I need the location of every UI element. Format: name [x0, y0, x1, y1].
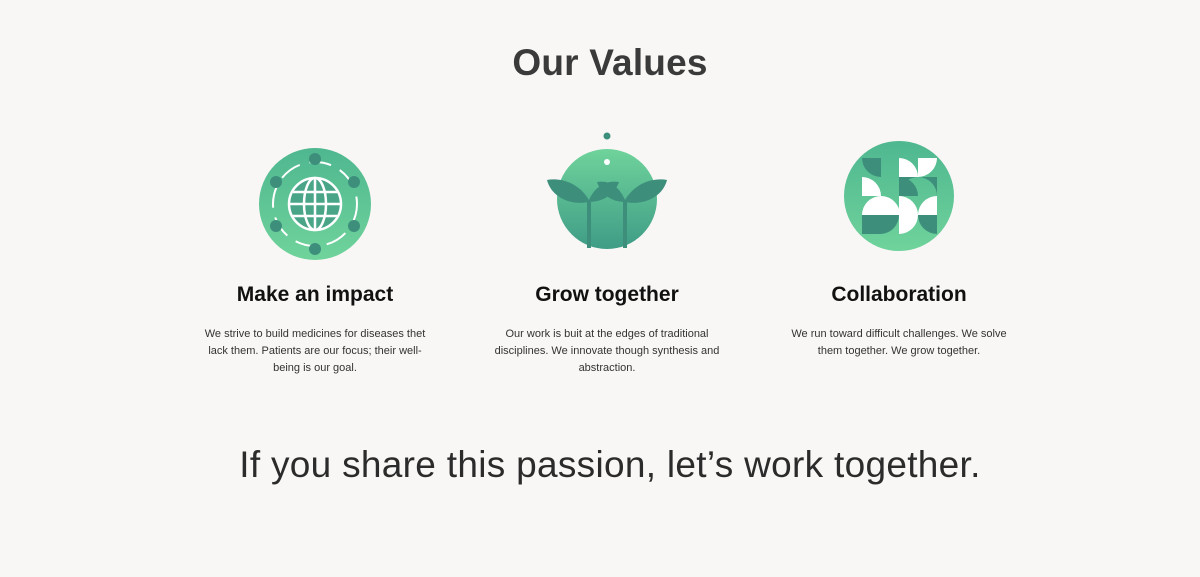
card-text: We run toward difficult challenges. We s…	[791, 328, 1007, 357]
pinwheel-icon	[829, 130, 969, 260]
card-title: Grow together	[535, 283, 679, 306]
globe-icon	[245, 130, 385, 260]
card-title: Collaboration	[831, 283, 967, 306]
value-card-collaboration: Collaboration We run toward difficult ch…	[749, 130, 1049, 360]
value-card-impact: Make an impact We strive to build medici…	[165, 130, 465, 377]
card-text: Our work is buit at the edges of traditi…	[494, 328, 720, 374]
sprout-icon	[537, 130, 677, 260]
cta-headline: If you share this passion, let’s work to…	[239, 444, 981, 485]
value-card-grow: Grow together Our work is buit at the ed…	[457, 130, 757, 377]
card-text: We strive to build medicines for disease…	[204, 328, 426, 374]
card-title: Make an impact	[236, 283, 394, 306]
page-title: Our Values	[512, 42, 708, 83]
